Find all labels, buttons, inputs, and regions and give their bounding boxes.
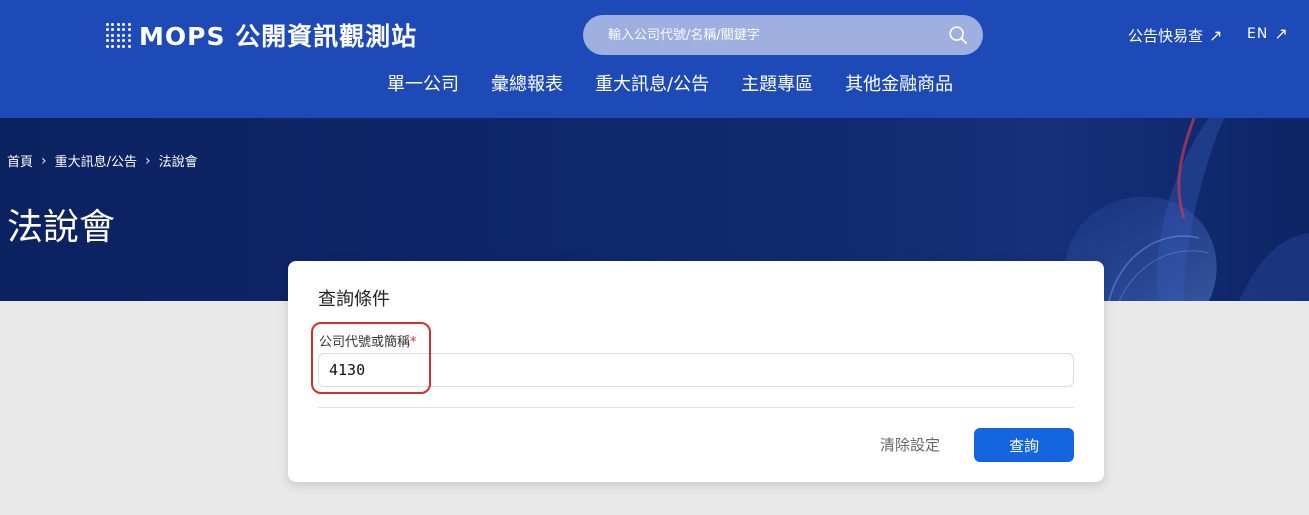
search-icon[interactable] [947,24,969,46]
mops-logo[interactable]: MOPS 公開資訊觀測站 [105,17,417,53]
main-nav: 單一公司 彙總報表 重大訊息/公告 主題專區 其他金融商品 [387,70,953,96]
language-switch[interactable]: EN ↗ [1247,24,1289,43]
company-code-input[interactable] [318,353,1074,387]
chevron-right-icon: › [41,152,47,169]
logo-text: MOPS 公開資訊觀測站 [139,22,418,51]
nav-item-topics[interactable]: 主題專區 [741,70,813,96]
nav-item-summary-reports[interactable]: 彙總報表 [491,70,563,96]
breadcrumb: 首頁 › 重大訊息/公告 › 法說會 [7,151,198,171]
query-button[interactable]: 查詢 [974,428,1074,462]
nav-item-material-info[interactable]: 重大訊息/公告 [595,70,709,96]
quick-lookup-label: 公告快易查 [1128,27,1204,45]
chevron-right-icon: › [145,152,151,169]
nav-item-other-products[interactable]: 其他金融商品 [845,70,953,96]
company-field-label: 公司代號或簡稱* [319,331,417,350]
external-arrow-icon: ↗ [1209,25,1223,45]
logo-dots-icon [105,22,131,48]
company-field-label-text: 公司代號或簡稱 [319,335,411,350]
breadcrumb-material-info[interactable]: 重大訊息/公告 [55,151,137,170]
language-label: EN [1247,26,1269,42]
breadcrumb-current: 法說會 [158,155,198,170]
top-header: MOPS 公開資訊觀測站 公告快易查 ↗ EN ↗ 單一公司 彙總報表 重大訊息… [0,0,1309,118]
search-input[interactable] [608,27,947,43]
search-bar[interactable] [583,15,983,55]
quick-lookup-link[interactable]: 公告快易查 ↗ [1128,25,1222,46]
query-card: 查詢條件 公司代號或簡稱* 清除設定 查詢 [288,261,1104,482]
required-mark: * [410,335,417,350]
external-arrow-icon: ↗ [1274,24,1289,43]
clear-settings-button[interactable]: 清除設定 [880,434,940,455]
card-title: 查詢條件 [318,289,390,310]
page-title: 法說會 [7,207,116,248]
nav-item-single-company[interactable]: 單一公司 [387,70,459,96]
divider [318,407,1074,408]
breadcrumb-home[interactable]: 首頁 [7,151,33,170]
